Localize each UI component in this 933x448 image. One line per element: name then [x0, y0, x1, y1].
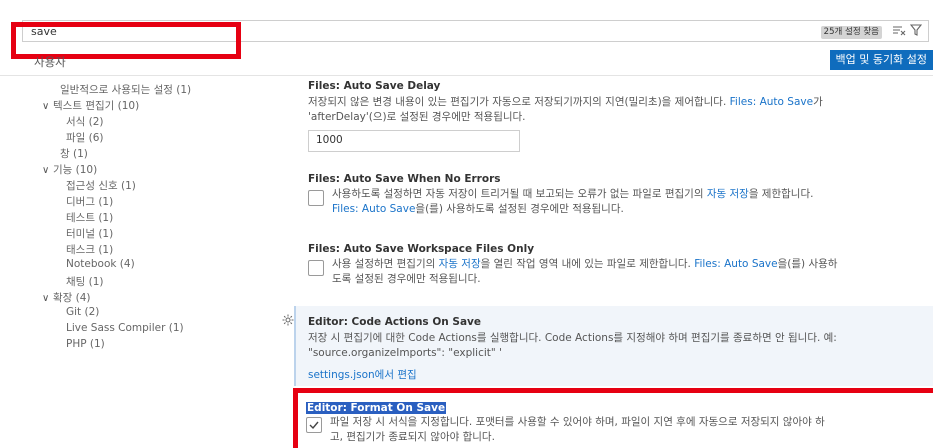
toc-item-php[interactable]: PHP (1) [66, 338, 105, 350]
setting-description: 저장되지 않은 변경 내용이 있는 편집기가 자동으로 저장되기까지의 지연(밀… [308, 96, 823, 108]
toc-item-formatting[interactable]: 서식 (2) [66, 114, 104, 129]
format-on-save-highlight-box [293, 388, 933, 448]
auto-save-delay-input[interactable]: 1000 [308, 130, 520, 152]
edit-in-settings-json-link[interactable]: settings.json에서 편집 [308, 367, 417, 382]
chevron-down-icon: ∨ [42, 293, 50, 304]
settings-list: Files: Auto Save Delay 저장되지 않은 변경 내용이 있는… [278, 80, 933, 448]
toc-item-accessibility-signals[interactable]: 접근성 신호 (1) [66, 178, 136, 193]
setting-description: 사용하도록 설정하면 자동 저장이 트리거될 때 보고되는 오류가 없는 파일로… [332, 188, 814, 200]
search-row: 25개 설정 찾음 [0, 16, 933, 59]
setting-description-cont: 'afterDelay'(으)로 설정된 경우에만 적용됩니다. [308, 111, 526, 123]
setting-description-cont: Files: Auto Save을(를) 사용하도록 설정된 경우에만 적용됩니… [332, 203, 624, 215]
toc-item-task[interactable]: 태스크 (1) [66, 242, 113, 257]
toc-item-terminal[interactable]: 터미널 (1) [66, 226, 113, 241]
setting-link[interactable]: Files: Auto Save [730, 96, 813, 108]
toc-item-debug[interactable]: 디버그 (1) [66, 194, 113, 209]
toc-item-text-editor[interactable]: ∨ 텍스트 편집기 (10) [42, 98, 139, 113]
auto-save-workspace-checkbox[interactable] [308, 260, 324, 276]
scope-row: 사용자 백업 및 동기화 설정 [0, 50, 933, 76]
setting-description: 저장 시 편집기에 대한 Code Actions를 실행합니다. Code A… [308, 332, 837, 344]
setting-title: Editor: Code Actions On Save [308, 316, 481, 328]
files-auto-save-link[interactable]: Files: Auto Save [332, 203, 415, 215]
toc-item-features[interactable]: ∨ 기능 (10) [42, 162, 97, 177]
toc-item-extensions[interactable]: ∨ 확장 (4) [42, 290, 91, 305]
auto-save-no-errors-checkbox[interactable] [308, 190, 324, 206]
setting-code-actions-on-save: Editor: Code Actions On Save 저장 시 편집기에 대… [294, 306, 933, 386]
toc-item-files[interactable]: 파일 (6) [66, 130, 104, 145]
results-count-badge: 25개 설정 찾음 [820, 26, 882, 39]
gear-icon[interactable] [282, 311, 294, 330]
setting-title: Files: Auto Save When No Errors [308, 173, 501, 185]
setting-title: Files: Auto Save Workspace Files Only [308, 243, 535, 255]
toc-item-common[interactable]: 일반적으로 사용되는 설정 (1) [60, 82, 191, 97]
toc-item-notebook[interactable]: Notebook (4) [66, 258, 135, 270]
toc-item-live-sass[interactable]: Live Sass Compiler (1) [66, 322, 184, 334]
toc-item-testing[interactable]: 테스트 (1) [66, 210, 113, 225]
backup-sync-button[interactable]: 백업 및 동기화 설정 [829, 50, 933, 70]
tab-user[interactable]: 사용자 [34, 54, 66, 70]
toc-item-window[interactable]: 창 (1) [60, 146, 88, 161]
setting-description-cont: 도록 설정된 경우에만 적용됩니다. [332, 273, 481, 285]
filter-icon[interactable] [910, 24, 922, 36]
auto-save-link[interactable]: 자동 저장 [707, 188, 749, 200]
setting-description-cont: "source.organizeImports": "explicit" ' [308, 347, 502, 359]
setting-description: 사용 설정하면 편집기의 자동 저장을 열린 작업 영역 내에 있는 파일로 제… [332, 258, 838, 270]
clear-filter-icon[interactable] [892, 24, 906, 36]
toc-item-git[interactable]: Git (2) [66, 306, 99, 318]
toc-item-chat[interactable]: 채팅 (1) [66, 274, 104, 289]
chevron-down-icon: ∨ [42, 101, 50, 112]
setting-title: Files: Auto Save Delay [308, 80, 441, 92]
chevron-down-icon: ∨ [42, 165, 50, 176]
auto-save-link[interactable]: 자동 저장 [439, 258, 481, 270]
files-auto-save-link[interactable]: Files: Auto Save [694, 258, 777, 270]
